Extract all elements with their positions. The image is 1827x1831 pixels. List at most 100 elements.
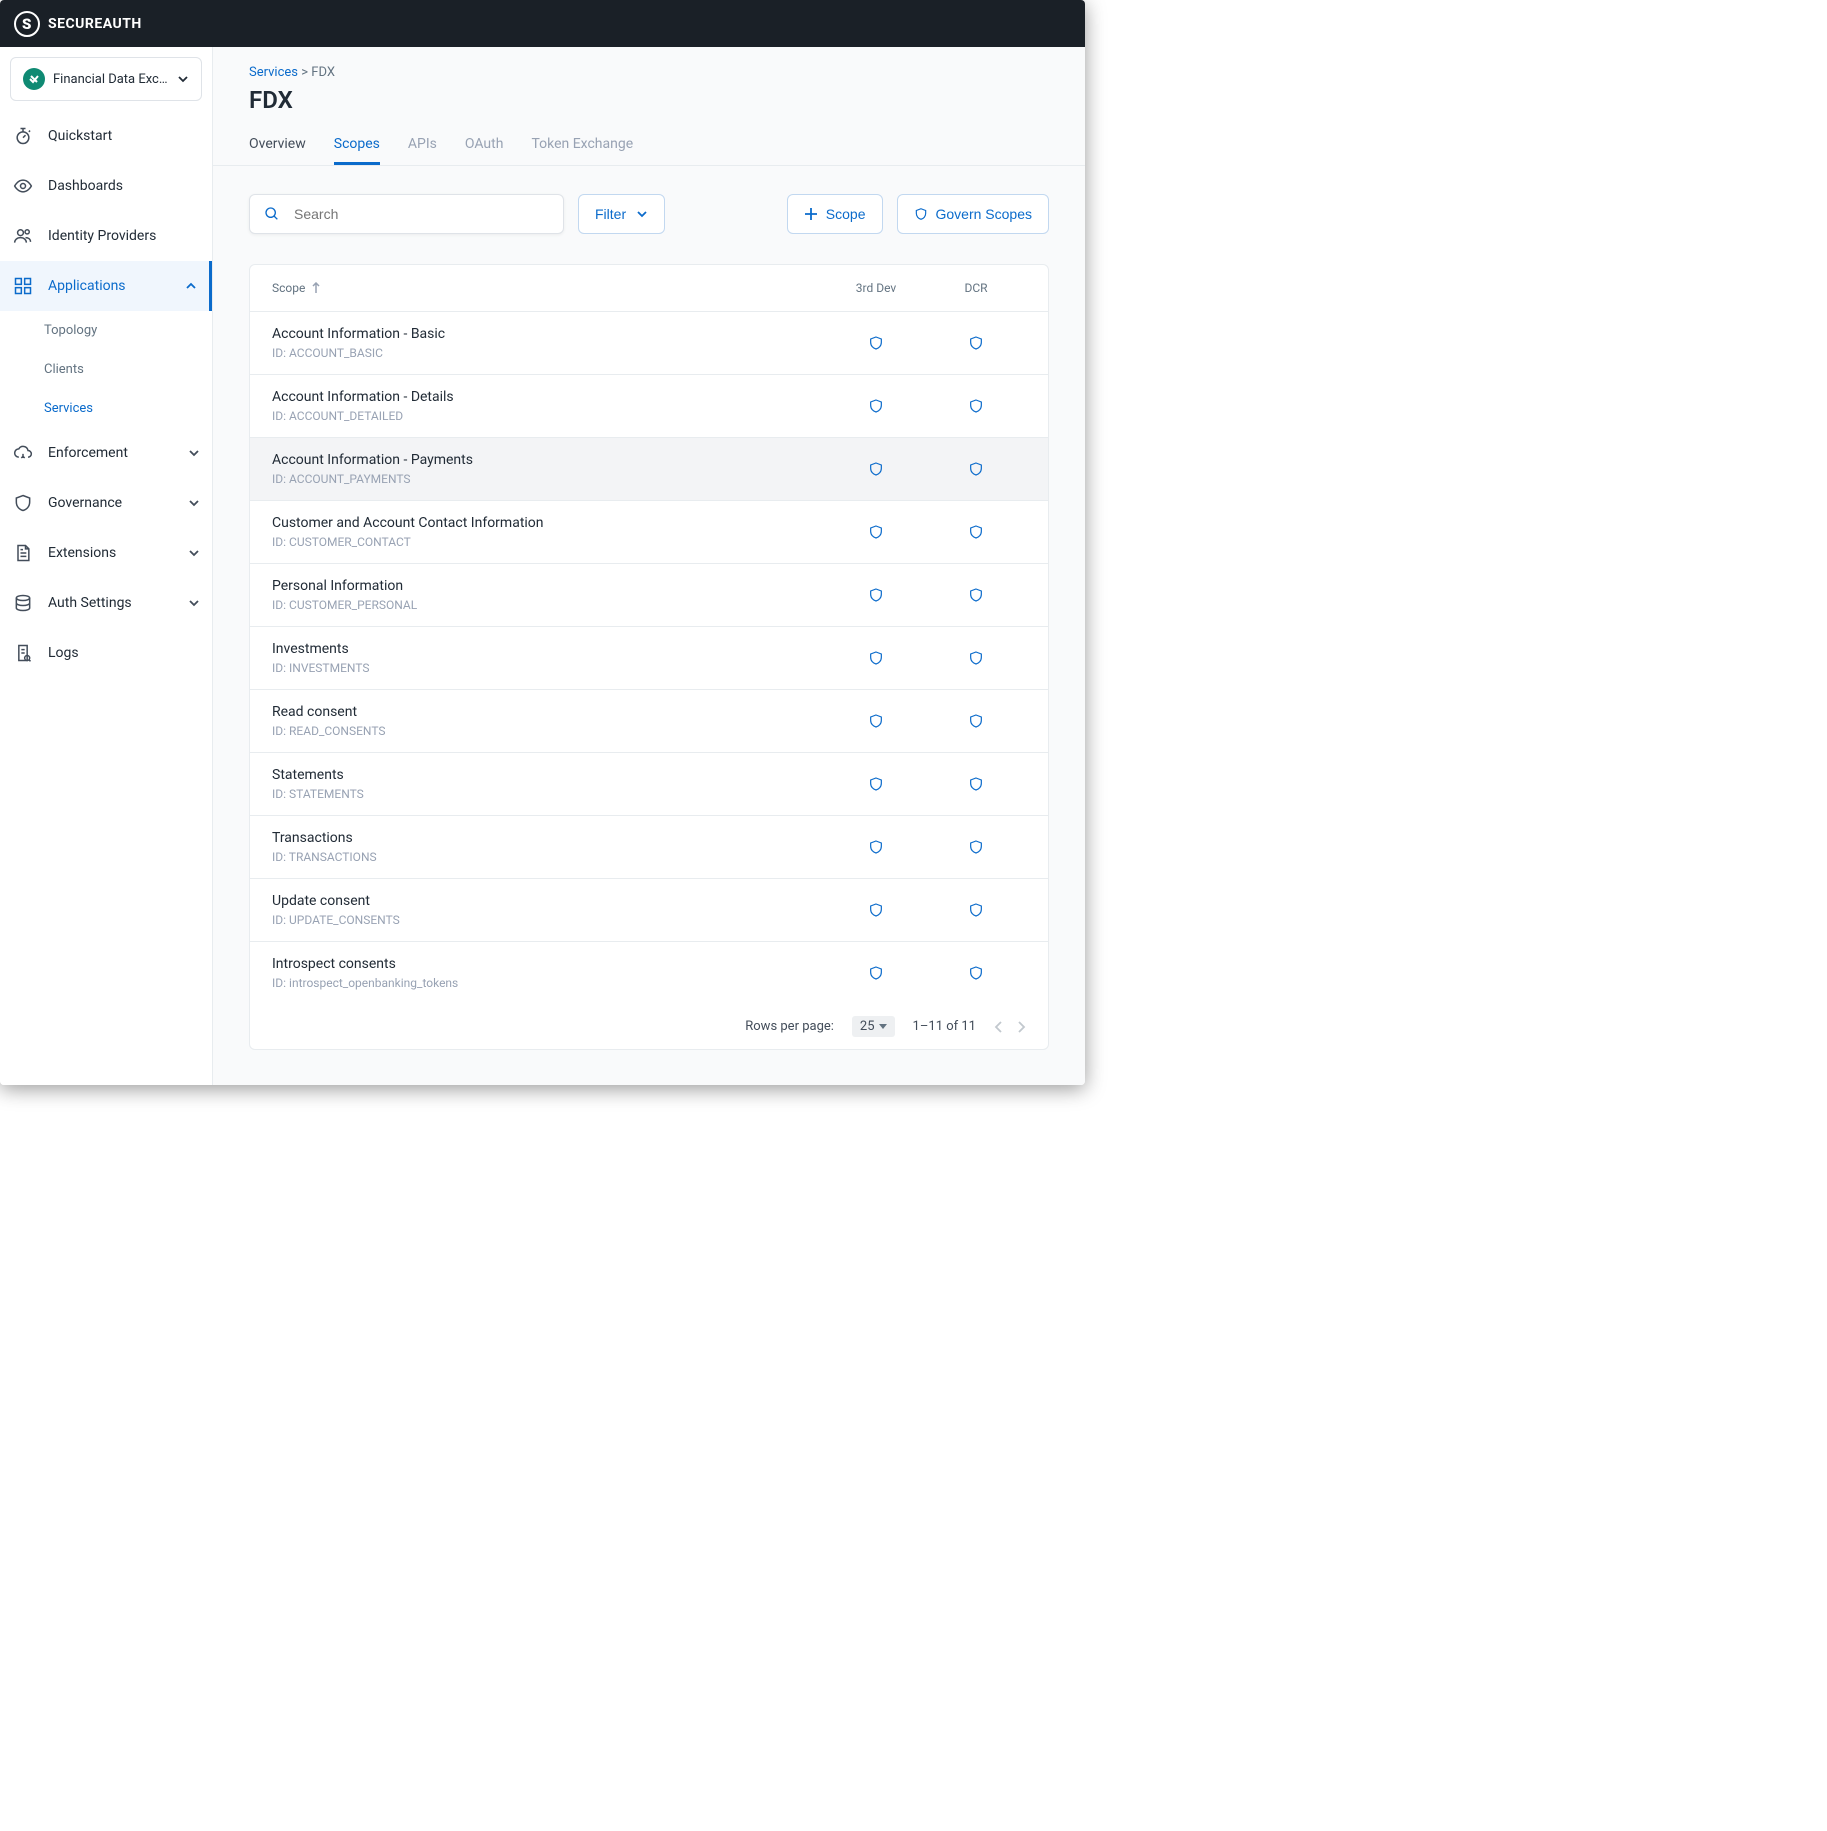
shield-icon	[12, 492, 34, 514]
scope-name: Account Information - Basic	[272, 326, 826, 342]
workspace-badge-icon	[23, 68, 45, 90]
3rd-dev-cell[interactable]	[826, 964, 926, 982]
chevron-down-icon	[188, 597, 200, 609]
sidebar-item-governance[interactable]: Governance	[0, 478, 212, 528]
dcr-cell[interactable]	[926, 460, 1026, 478]
table-row[interactable]: TransactionsID: TRANSACTIONS	[250, 816, 1048, 879]
dcr-cell[interactable]	[926, 838, 1026, 856]
scope-cell: Account Information - BasicID: ACCOUNT_B…	[272, 326, 826, 360]
dcr-cell[interactable]	[926, 775, 1026, 793]
table-row[interactable]: Customer and Account Contact Information…	[250, 501, 1048, 564]
3rd-dev-cell[interactable]	[826, 649, 926, 667]
dcr-cell[interactable]	[926, 901, 1026, 919]
breadcrumb-parent-link[interactable]: Services	[249, 65, 298, 80]
sidebar-sub-topology[interactable]: Topology	[44, 311, 212, 350]
table-row[interactable]: Personal InformationID: CUSTOMER_PERSONA…	[250, 564, 1048, 627]
govern-scopes-button[interactable]: Govern Scopes	[897, 194, 1050, 234]
users-icon	[12, 225, 34, 247]
dcr-cell[interactable]	[926, 397, 1026, 415]
sidebar-item-quickstart[interactable]: Quickstart	[0, 111, 212, 161]
tabs: Overview Scopes APIs OAuth Token Exchang…	[249, 126, 1049, 165]
prev-page-button[interactable]	[994, 1021, 1002, 1033]
next-page-button[interactable]	[1018, 1021, 1026, 1033]
column-header-scope[interactable]: Scope	[272, 281, 826, 295]
sidebar-applications-submenu: Topology Clients Services	[0, 311, 212, 428]
scope-cell: Customer and Account Contact Information…	[272, 515, 826, 549]
dcr-cell[interactable]	[926, 712, 1026, 730]
scope-id: ID: introspect_openbanking_tokens	[272, 976, 826, 990]
rows-per-page-select[interactable]: 25	[852, 1016, 895, 1037]
main-content: Services > FDX FDX Overview Scopes APIs …	[213, 47, 1085, 1085]
sidebar-item-logs[interactable]: Logs	[0, 628, 212, 678]
scope-cell: InvestmentsID: INVESTMENTS	[272, 641, 826, 675]
sort-asc-icon	[311, 282, 321, 294]
3rd-dev-cell[interactable]	[826, 460, 926, 478]
column-header-dcr[interactable]: DCR	[926, 281, 1026, 295]
3rd-dev-cell[interactable]	[826, 334, 926, 352]
sidebar-item-identity-providers[interactable]: Identity Providers	[0, 211, 212, 261]
chevron-down-icon	[188, 547, 200, 559]
main-header: Services > FDX FDX Overview Scopes APIs …	[213, 47, 1085, 166]
tab-token-exchange[interactable]: Token Exchange	[531, 126, 633, 165]
tab-overview[interactable]: Overview	[249, 126, 306, 165]
rows-per-page-label: Rows per page:	[745, 1019, 834, 1034]
3rd-dev-cell[interactable]	[826, 586, 926, 604]
scopes-table: Scope 3rd Dev DCR Account Information - …	[249, 264, 1049, 1050]
scope-name: Account Information - Payments	[272, 452, 826, 468]
scope-name: Customer and Account Contact Information	[272, 515, 826, 531]
search-box[interactable]	[249, 194, 564, 234]
table-row[interactable]: Read consentID: READ_CONSENTS	[250, 690, 1048, 753]
scope-cell: Account Information - DetailsID: ACCOUNT…	[272, 389, 826, 423]
brand-logo: S SECUREAUTH	[14, 11, 142, 37]
3rd-dev-cell[interactable]	[826, 712, 926, 730]
scope-id: ID: TRANSACTIONS	[272, 850, 826, 864]
document-icon	[12, 542, 34, 564]
sidebar-item-enforcement[interactable]: Enforcement	[0, 428, 212, 478]
sidebar-item-label: Auth Settings	[48, 595, 132, 611]
sidebar-item-applications[interactable]: Applications	[0, 261, 212, 311]
table-row[interactable]: Account Information - PaymentsID: ACCOUN…	[250, 438, 1048, 501]
scope-id: ID: UPDATE_CONSENTS	[272, 913, 826, 927]
scope-name: Introspect consents	[272, 956, 826, 972]
tab-scopes[interactable]: Scopes	[334, 126, 380, 165]
table-row[interactable]: StatementsID: STATEMENTS	[250, 753, 1048, 816]
scope-id: ID: CUSTOMER_CONTACT	[272, 535, 826, 549]
page-title: FDX	[249, 86, 1049, 114]
dcr-cell[interactable]	[926, 334, 1026, 352]
table-row[interactable]: Introspect consents ID: introspect_openba…	[250, 942, 1048, 1004]
sidebar-item-extensions[interactable]: Extensions	[0, 528, 212, 578]
tab-apis[interactable]: APIs	[408, 126, 437, 165]
dcr-cell[interactable]	[926, 964, 1026, 982]
table-row[interactable]: InvestmentsID: INVESTMENTS	[250, 627, 1048, 690]
scope-cell: TransactionsID: TRANSACTIONS	[272, 830, 826, 864]
3rd-dev-cell[interactable]	[826, 523, 926, 541]
sidebar-item-label: Applications	[48, 278, 126, 294]
3rd-dev-cell[interactable]	[826, 901, 926, 919]
tab-oauth[interactable]: OAuth	[465, 126, 504, 165]
3rd-dev-cell[interactable]	[826, 775, 926, 793]
sidebar-item-auth-settings[interactable]: Auth Settings	[0, 578, 212, 628]
table-row[interactable]: Update consentID: UPDATE_CONSENTS	[250, 879, 1048, 942]
dcr-cell[interactable]	[926, 523, 1026, 541]
workspace-picker[interactable]: Financial Data Excha...	[10, 57, 202, 101]
sidebar-sub-clients[interactable]: Clients	[44, 350, 212, 389]
3rd-dev-cell[interactable]	[826, 397, 926, 415]
filter-button[interactable]: Filter	[578, 194, 665, 234]
3rd-dev-cell[interactable]	[826, 838, 926, 856]
dcr-cell[interactable]	[926, 586, 1026, 604]
add-scope-button[interactable]: Scope	[787, 194, 883, 234]
search-input[interactable]	[294, 206, 549, 222]
sidebar-sub-services[interactable]: Services	[44, 389, 212, 428]
scope-name: Read consent	[272, 704, 826, 720]
table-row[interactable]: Account Information - DetailsID: ACCOUNT…	[250, 375, 1048, 438]
scope-cell: Introspect consents ID: introspect_openba…	[272, 956, 826, 990]
dcr-cell[interactable]	[926, 649, 1026, 667]
chevron-down-icon	[188, 497, 200, 509]
column-header-3rd-dev[interactable]: 3rd Dev	[826, 281, 926, 295]
scope-cell: Account Information - PaymentsID: ACCOUN…	[272, 452, 826, 486]
govern-scopes-button-label: Govern Scopes	[936, 206, 1033, 222]
sidebar-item-dashboards[interactable]: Dashboards	[0, 161, 212, 211]
breadcrumb: Services > FDX	[249, 65, 1049, 80]
table-row[interactable]: Account Information - BasicID: ACCOUNT_B…	[250, 312, 1048, 375]
shield-icon	[914, 206, 928, 222]
